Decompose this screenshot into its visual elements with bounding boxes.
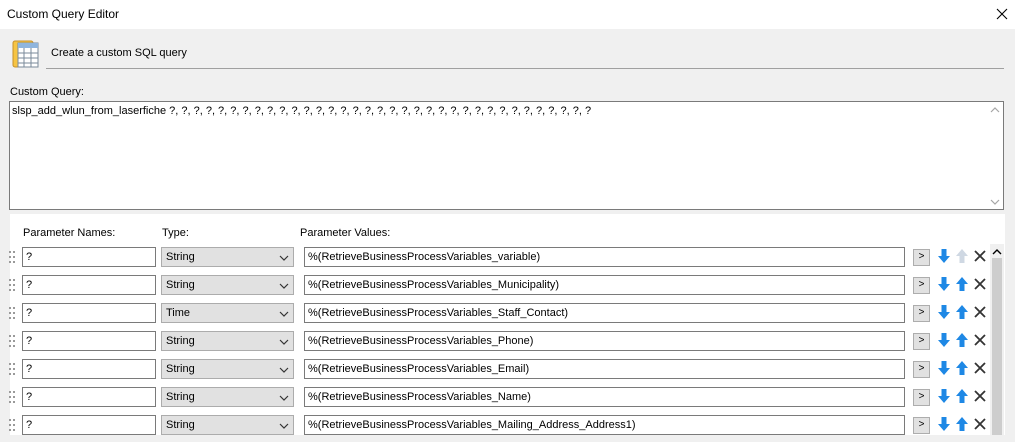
parameter-name-input[interactable]: ? bbox=[22, 415, 156, 435]
browse-token-button[interactable]: > bbox=[913, 361, 930, 378]
drag-handle-icon[interactable] bbox=[9, 307, 16, 319]
drag-handle-icon[interactable] bbox=[9, 251, 16, 263]
move-up-icon[interactable] bbox=[955, 416, 969, 435]
move-up-icon[interactable] bbox=[955, 248, 969, 267]
parameter-type-select[interactable]: String bbox=[161, 415, 294, 435]
parameter-type-select[interactable]: String bbox=[161, 331, 294, 351]
move-up-icon[interactable] bbox=[955, 332, 969, 351]
custom-query-text: slsp_add_wlun_from_laserfiche ?, ?, ?, ?… bbox=[12, 105, 592, 117]
parameter-type-select[interactable]: Time bbox=[161, 303, 294, 323]
delete-icon[interactable] bbox=[973, 277, 987, 294]
drag-handle-icon[interactable] bbox=[9, 419, 16, 431]
parameter-type-select[interactable]: String bbox=[161, 247, 294, 267]
close-icon[interactable] bbox=[990, 2, 1014, 26]
parameter-row: ? String %(RetrieveBusinessProcessVariab… bbox=[0, 386, 1015, 414]
custom-query-label: Custom Query: bbox=[10, 86, 84, 98]
delete-icon[interactable] bbox=[973, 417, 987, 434]
scroll-up-icon[interactable] bbox=[992, 248, 1002, 255]
browse-token-button[interactable]: > bbox=[913, 417, 930, 434]
parameter-type-value: String bbox=[166, 251, 195, 263]
move-down-icon[interactable] bbox=[937, 388, 951, 407]
parameter-name-input[interactable]: ? bbox=[22, 303, 156, 323]
sql-table-icon bbox=[10, 37, 40, 69]
col-header-names: Parameter Names: bbox=[23, 227, 116, 239]
chevron-down-icon bbox=[279, 309, 289, 322]
parameter-value-input[interactable]: %(RetrieveBusinessProcessVariables_Name) bbox=[304, 387, 905, 407]
parameter-name-input[interactable]: ? bbox=[22, 359, 156, 379]
parameter-value-input[interactable]: %(RetrieveBusinessProcessVariables_Phone… bbox=[304, 331, 905, 351]
parameter-type-value: String bbox=[166, 279, 195, 291]
move-up-icon[interactable] bbox=[955, 304, 969, 323]
parameter-value-input[interactable]: %(RetrieveBusinessProcessVariables_varia… bbox=[304, 247, 905, 267]
header-description: Create a custom SQL query bbox=[51, 47, 187, 59]
parameter-row: ? String %(RetrieveBusinessProcessVariab… bbox=[0, 414, 1015, 442]
parameter-name-input[interactable]: ? bbox=[22, 247, 156, 267]
delete-icon[interactable] bbox=[973, 305, 987, 322]
drag-handle-icon[interactable] bbox=[9, 279, 16, 291]
query-scrollbar[interactable] bbox=[987, 102, 1003, 209]
parameter-value-input[interactable]: %(RetrieveBusinessProcessVariables_Staff… bbox=[304, 303, 905, 323]
move-down-icon[interactable] bbox=[937, 332, 951, 351]
parameter-value-input[interactable]: %(RetrieveBusinessProcessVariables_Maili… bbox=[304, 415, 905, 435]
parameter-row: ? String %(RetrieveBusinessProcessVariab… bbox=[0, 246, 1015, 274]
parameter-row: ? String %(RetrieveBusinessProcessVariab… bbox=[0, 358, 1015, 386]
chevron-down-icon bbox=[279, 365, 289, 378]
chevron-down-icon bbox=[279, 281, 289, 294]
parameter-name-input[interactable]: ? bbox=[22, 331, 156, 351]
move-down-icon[interactable] bbox=[937, 416, 951, 435]
browse-token-button[interactable]: > bbox=[913, 389, 930, 406]
chevron-down-icon bbox=[279, 337, 289, 350]
parameter-type-value: String bbox=[166, 335, 195, 347]
delete-icon[interactable] bbox=[973, 389, 987, 406]
move-down-icon[interactable] bbox=[937, 276, 951, 295]
move-up-icon[interactable] bbox=[955, 276, 969, 295]
delete-icon[interactable] bbox=[973, 249, 987, 266]
parameter-type-select[interactable]: String bbox=[161, 387, 294, 407]
scroll-up-icon[interactable] bbox=[990, 107, 1000, 113]
scrollbar-thumb[interactable] bbox=[992, 258, 1002, 435]
chevron-down-icon bbox=[279, 393, 289, 406]
move-down-icon[interactable] bbox=[937, 248, 951, 267]
parameter-row: ? Time %(RetrieveBusinessProcessVariable… bbox=[0, 302, 1015, 330]
title-bar: Custom Query Editor bbox=[0, 0, 1015, 29]
move-up-icon[interactable] bbox=[955, 360, 969, 379]
browse-token-button[interactable]: > bbox=[913, 333, 930, 350]
drag-handle-icon[interactable] bbox=[9, 335, 16, 347]
header-divider bbox=[46, 68, 1004, 69]
col-header-type: Type: bbox=[162, 227, 189, 239]
custom-query-textarea[interactable]: slsp_add_wlun_from_laserfiche ?, ?, ?, ?… bbox=[9, 101, 1004, 210]
parameter-name-input[interactable]: ? bbox=[22, 275, 156, 295]
parameter-row: ? String %(RetrieveBusinessProcessVariab… bbox=[0, 330, 1015, 358]
scroll-down-icon[interactable] bbox=[990, 199, 1000, 205]
browse-token-button[interactable]: > bbox=[913, 305, 930, 322]
delete-icon[interactable] bbox=[973, 361, 987, 378]
parameter-value-input[interactable]: %(RetrieveBusinessProcessVariables_Email… bbox=[304, 359, 905, 379]
parameter-type-value: String bbox=[166, 391, 195, 403]
window-title: Custom Query Editor bbox=[7, 7, 120, 21]
parameter-name-input[interactable]: ? bbox=[22, 387, 156, 407]
move-up-icon[interactable] bbox=[955, 388, 969, 407]
chevron-down-icon bbox=[279, 421, 289, 434]
move-down-icon[interactable] bbox=[937, 304, 951, 323]
parameter-type-value: String bbox=[166, 419, 195, 431]
parameter-row: ? String %(RetrieveBusinessProcessVariab… bbox=[0, 274, 1015, 302]
drag-handle-icon[interactable] bbox=[9, 391, 16, 403]
delete-icon[interactable] bbox=[973, 333, 987, 350]
parameter-type-value: Time bbox=[166, 307, 191, 319]
parameter-type-value: String bbox=[166, 363, 195, 375]
drag-handle-icon[interactable] bbox=[9, 363, 16, 375]
browse-token-button[interactable]: > bbox=[913, 249, 930, 266]
col-header-values: Parameter Values: bbox=[300, 227, 391, 239]
browse-token-button[interactable]: > bbox=[913, 277, 930, 294]
move-down-icon[interactable] bbox=[937, 360, 951, 379]
chevron-down-icon bbox=[279, 253, 289, 266]
parameter-type-select[interactable]: String bbox=[161, 275, 294, 295]
parameter-value-input[interactable]: %(RetrieveBusinessProcessVariables_Munic… bbox=[304, 275, 905, 295]
parameter-type-select[interactable]: String bbox=[161, 359, 294, 379]
